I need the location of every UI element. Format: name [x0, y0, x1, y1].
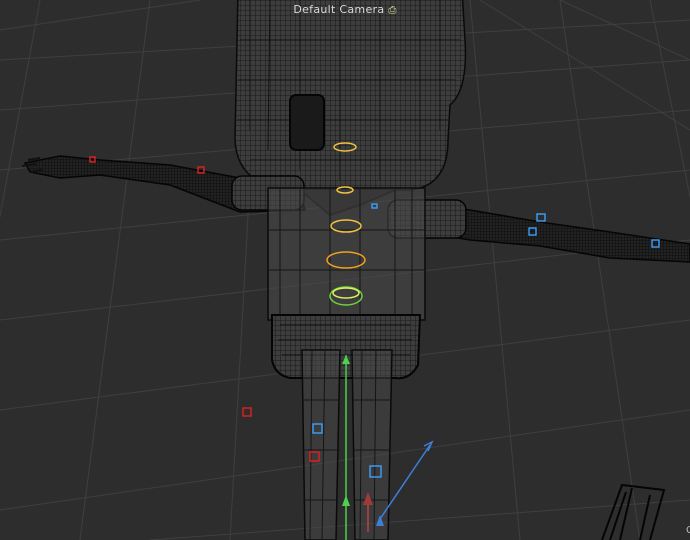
character-right-arm[interactable] — [387, 199, 690, 263]
corner-text: C — [686, 525, 690, 536]
3d-viewport[interactable]: Default Camera ⎙ C — [0, 0, 690, 540]
camera-icon[interactable]: ⎙ — [388, 5, 396, 16]
joint-left-forearm — [536, 213, 546, 222]
joint-floor-red — [242, 407, 252, 417]
camera-selector[interactable]: Default Camera ⎙ — [0, 3, 690, 16]
scene-canvas[interactable] — [0, 0, 690, 540]
camera-name[interactable]: Default Camera — [293, 3, 384, 16]
character-torso[interactable] — [267, 187, 426, 380]
